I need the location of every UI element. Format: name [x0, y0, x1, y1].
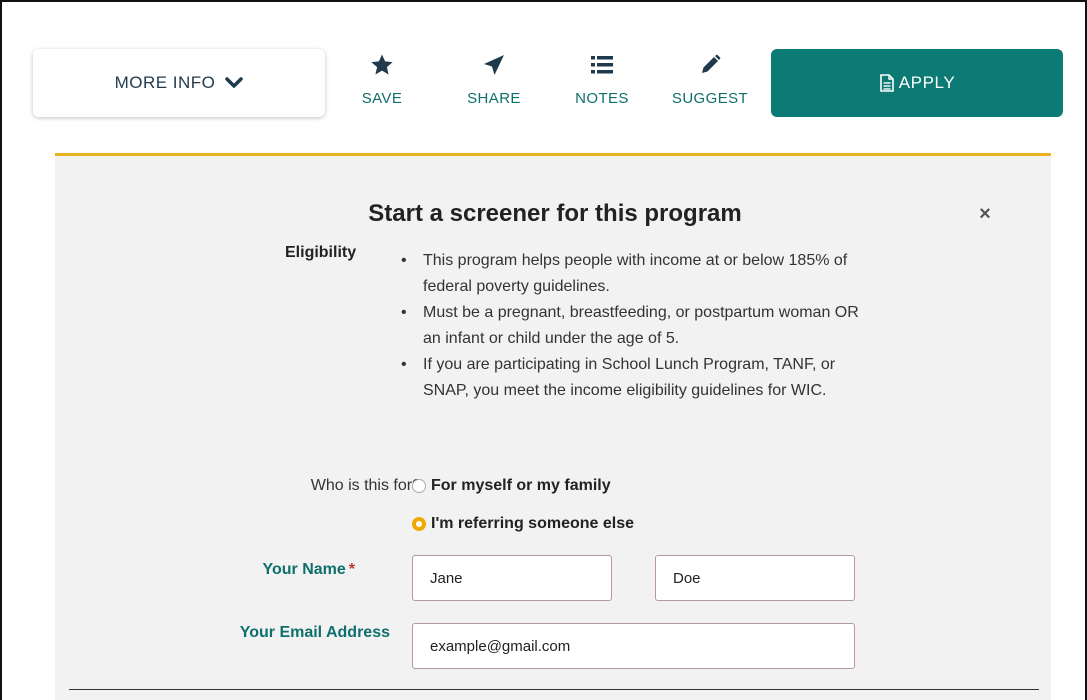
email-label: Your Email Address [239, 624, 390, 641]
your-name-label: Your Name * [205, 561, 355, 579]
radio-option-referring[interactable]: I'm referring someone else [412, 515, 634, 533]
apply-label: APPLY [898, 73, 956, 92]
share-button[interactable]: SHARE [462, 52, 526, 107]
radio-unchecked-icon[interactable] [412, 479, 426, 493]
email-input[interactable] [412, 623, 855, 669]
last-name-input[interactable] [655, 555, 855, 601]
list-item: This program helps people with income at… [395, 248, 865, 300]
list-item: If you are participating in School Lunch… [395, 352, 865, 404]
apply-button[interactable]: APPLY [771, 49, 1063, 117]
chevron-down-icon [225, 77, 244, 88]
close-icon[interactable]: × [975, 204, 995, 224]
radio-label: I'm referring someone else [431, 515, 634, 532]
radio-checked-icon[interactable] [412, 517, 426, 531]
eligibility-list: This program helps people with income at… [395, 248, 865, 404]
notes-label: NOTES [575, 90, 629, 107]
pencil-icon [702, 54, 721, 73]
more-info-label: MORE INFO [114, 73, 216, 92]
radio-label: For myself or my family [431, 477, 611, 494]
more-info-button[interactable]: MORE INFO [33, 49, 325, 117]
list-icon [591, 56, 613, 74]
document-icon [879, 74, 894, 92]
suggest-button[interactable]: SUGGEST [664, 52, 756, 107]
first-name-input[interactable] [412, 555, 612, 601]
required-asterisk: * [348, 561, 355, 578]
save-label: SAVE [361, 90, 403, 107]
who-is-this-for-label: Who is this for? [310, 477, 421, 494]
divider [69, 689, 1039, 690]
suggest-label: SUGGEST [671, 90, 749, 107]
paper-plane-icon [484, 55, 504, 75]
screener-title: Start a screener for this program [368, 200, 742, 227]
notes-button[interactable]: NOTES [570, 52, 634, 107]
eligibility-label: Eligibility [285, 244, 357, 261]
radio-option-myself[interactable]: For myself or my family [412, 477, 611, 495]
star-icon [371, 54, 393, 75]
share-label: SHARE [467, 90, 521, 107]
your-name-text: Your Name [262, 561, 346, 578]
save-button[interactable]: SAVE [358, 52, 406, 107]
screener-panel: Start a screener for this program × Elig… [55, 153, 1051, 700]
list-item: Must be a pregnant, breastfeeding, or po… [395, 300, 865, 352]
